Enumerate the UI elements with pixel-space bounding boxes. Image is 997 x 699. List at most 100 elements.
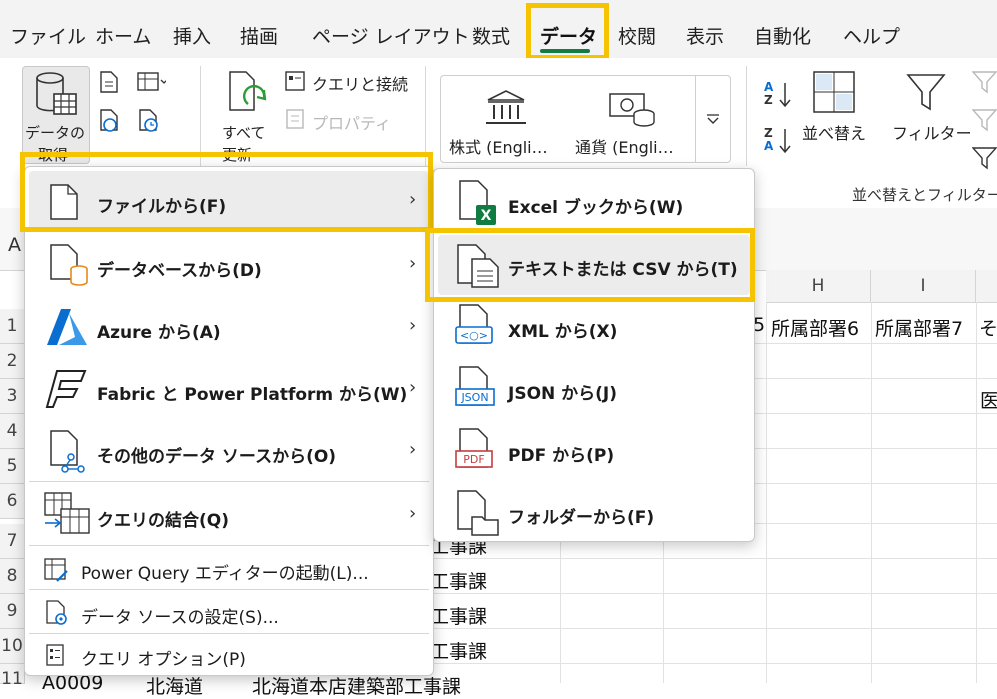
from-web-table-icon[interactable] — [136, 70, 166, 94]
submenu-item-from-workbook[interactable]: X Excel ブックから(W) — [434, 171, 754, 231]
ribbon-separator — [200, 66, 201, 166]
get-data-menu: ファイルから(F) › データベースから(D) › Azure から(A) › … — [24, 166, 434, 676]
column-header-j[interactable] — [976, 270, 997, 303]
cell-d11[interactable]: 北海道 — [146, 672, 203, 699]
filter-funnel-icon[interactable] — [906, 72, 946, 112]
from-web-icon[interactable] — [97, 108, 121, 134]
menu-item-data-source-settings[interactable]: データ ソースの設定(S)... — [25, 593, 433, 633]
from-file-submenu: X Excel ブックから(W) テキストまたは CSV から(T) <○> X… — [433, 168, 755, 542]
submenu-item-from-json[interactable]: JSON JSON から(J) — [434, 359, 754, 419]
row-header-10[interactable]: 10 — [0, 629, 25, 664]
pdf-icon: PDF — [455, 428, 493, 468]
cell-j1[interactable]: そ — [979, 314, 997, 341]
database-table-icon — [36, 72, 77, 115]
sort-filter-group-label: 並べ替えとフィルター — [852, 186, 997, 204]
combine-queries-icon — [44, 492, 90, 534]
properties-label: プロパティ — [312, 114, 392, 133]
recent-sources-icon[interactable] — [136, 108, 162, 134]
chevron-right-icon: › — [409, 189, 417, 210]
submenu-item-from-folder[interactable]: フォルダーから(F) — [434, 483, 754, 543]
properties-icon — [286, 109, 304, 129]
filter-label[interactable]: フィルター — [892, 120, 972, 144]
stocks-icon[interactable] — [484, 88, 528, 128]
row-header-9[interactable]: 9 — [0, 594, 25, 629]
tab-home[interactable]: ホーム — [95, 22, 151, 49]
tab-help[interactable]: ヘルプ — [843, 22, 900, 49]
excel-x-letter: X — [481, 208, 492, 224]
gallery-more-button[interactable] — [695, 75, 731, 163]
tab-insert[interactable]: 挿入 — [173, 22, 211, 49]
tab-review[interactable]: 校閲 — [618, 22, 656, 49]
submenu-item-from-pdf[interactable]: PDF PDF から(P) — [434, 421, 754, 481]
menu-label: Fabric と Power Platform から(W) — [97, 385, 408, 405]
get-data-label-2: 取得 — [38, 146, 69, 164]
chevron-right-icon: › — [409, 439, 417, 460]
queries-connections-icon[interactable] — [284, 70, 306, 92]
menu-item-combine-queries[interactable]: クエリの結合(Q) › — [25, 485, 433, 545]
power-query-editor-icon — [44, 558, 68, 582]
menu-item-query-options[interactable]: クエリ オプション(P) — [25, 637, 433, 673]
cell-e10[interactable]: 工事課 — [430, 637, 487, 664]
menu-item-from-database[interactable]: データベースから(D) › — [25, 235, 433, 295]
active-tab-indicator — [540, 49, 590, 53]
row-header-6[interactable]: 6 — [0, 484, 25, 519]
column-header-h[interactable]: H — [766, 270, 871, 303]
cell-i1[interactable]: 所属部署7 — [875, 314, 963, 341]
row-header-4[interactable]: 4 — [0, 414, 25, 449]
menu-label: クエリの結合(Q) — [97, 511, 229, 531]
chevron-down-icon — [707, 114, 719, 124]
tab-draw[interactable]: 描画 — [240, 22, 278, 49]
get-data-label-1: データの — [25, 124, 86, 142]
row-header-5[interactable]: 5 — [0, 449, 25, 484]
cell-e8[interactable]: 工事課 — [430, 567, 487, 594]
menu-item-from-other-sources[interactable]: その他のデータ ソースから(O) › — [25, 421, 433, 481]
currencies-icon[interactable] — [608, 90, 658, 130]
name-box[interactable]: A — [8, 234, 21, 256]
tab-view[interactable]: 表示 — [686, 22, 724, 49]
cell-h1[interactable]: 所属部署6 — [771, 314, 859, 341]
submenu-item-from-xml[interactable]: <○> XML から(X) — [434, 297, 754, 357]
row-header-11[interactable]: 11 — [0, 664, 25, 689]
cell-e9[interactable]: 工事課 — [430, 602, 487, 629]
row-header-8[interactable]: 8 — [0, 559, 25, 594]
menu-bar: ファイル ホーム 挿入 描画 ページ レイアウト 数式 データ 校閲 表示 自動… — [0, 0, 997, 58]
tab-formulas[interactable]: 数式 — [472, 22, 510, 49]
cell-e11[interactable]: 北海道本店建築部工事課 — [252, 672, 461, 699]
cell-j3[interactable]: 医 — [980, 386, 997, 413]
gridline — [871, 302, 872, 683]
refresh-all-label-2: 更新 — [222, 146, 253, 164]
stocks-label[interactable]: 株式 (Engli… — [449, 134, 548, 158]
tab-page-layout[interactable]: ページ レイアウト — [312, 22, 470, 49]
tab-automate[interactable]: 自動化 — [754, 22, 811, 49]
row-header-3[interactable]: 3 — [0, 379, 25, 414]
chevron-right-icon: › — [409, 503, 417, 524]
menu-item-from-file[interactable]: ファイルから(F) › — [25, 171, 433, 231]
refresh-all-icon[interactable] — [224, 70, 272, 120]
menu-item-launch-power-query[interactable]: Power Query エディターの起動(L)... — [25, 549, 433, 589]
column-header-i[interactable]: I — [871, 270, 976, 303]
sort-za-bottom: A — [764, 139, 774, 153]
menu-label: XML から(X) — [508, 322, 618, 342]
azure-icon — [47, 309, 87, 345]
menu-item-from-azure[interactable]: Azure から(A) › — [25, 297, 433, 357]
sort-ascending-button[interactable]: A Z — [764, 80, 796, 110]
sort-label[interactable]: 並べ替え — [802, 120, 866, 144]
row-header-7[interactable]: 7 — [0, 524, 25, 559]
row-header-1[interactable]: 1 — [0, 309, 25, 344]
sort-descending-button[interactable]: Z A — [764, 126, 796, 156]
from-text-icon[interactable] — [97, 70, 121, 94]
tab-data[interactable]: データ — [540, 22, 597, 49]
tab-file[interactable]: ファイル — [10, 22, 86, 49]
currencies-label[interactable]: 通貨 (Engli… — [575, 134, 674, 158]
menu-item-from-fabric[interactable]: Fabric と Power Platform から(W) › — [25, 359, 433, 419]
queries-connections-label[interactable]: クエリと接続 — [312, 71, 408, 95]
pdf-icon-text: PDF — [463, 453, 484, 466]
sort-dialog-icon[interactable] — [812, 70, 856, 114]
menu-separator — [29, 545, 429, 546]
menu-label: JSON から(J) — [508, 384, 618, 404]
sort-az-bottom: Z — [764, 93, 773, 107]
database-icon — [50, 244, 88, 286]
menu-label: Excel ブックから(W) — [508, 198, 684, 218]
row-header-2[interactable]: 2 — [0, 344, 25, 379]
submenu-item-from-text-csv[interactable]: テキストまたは CSV から(T) — [434, 235, 754, 295]
